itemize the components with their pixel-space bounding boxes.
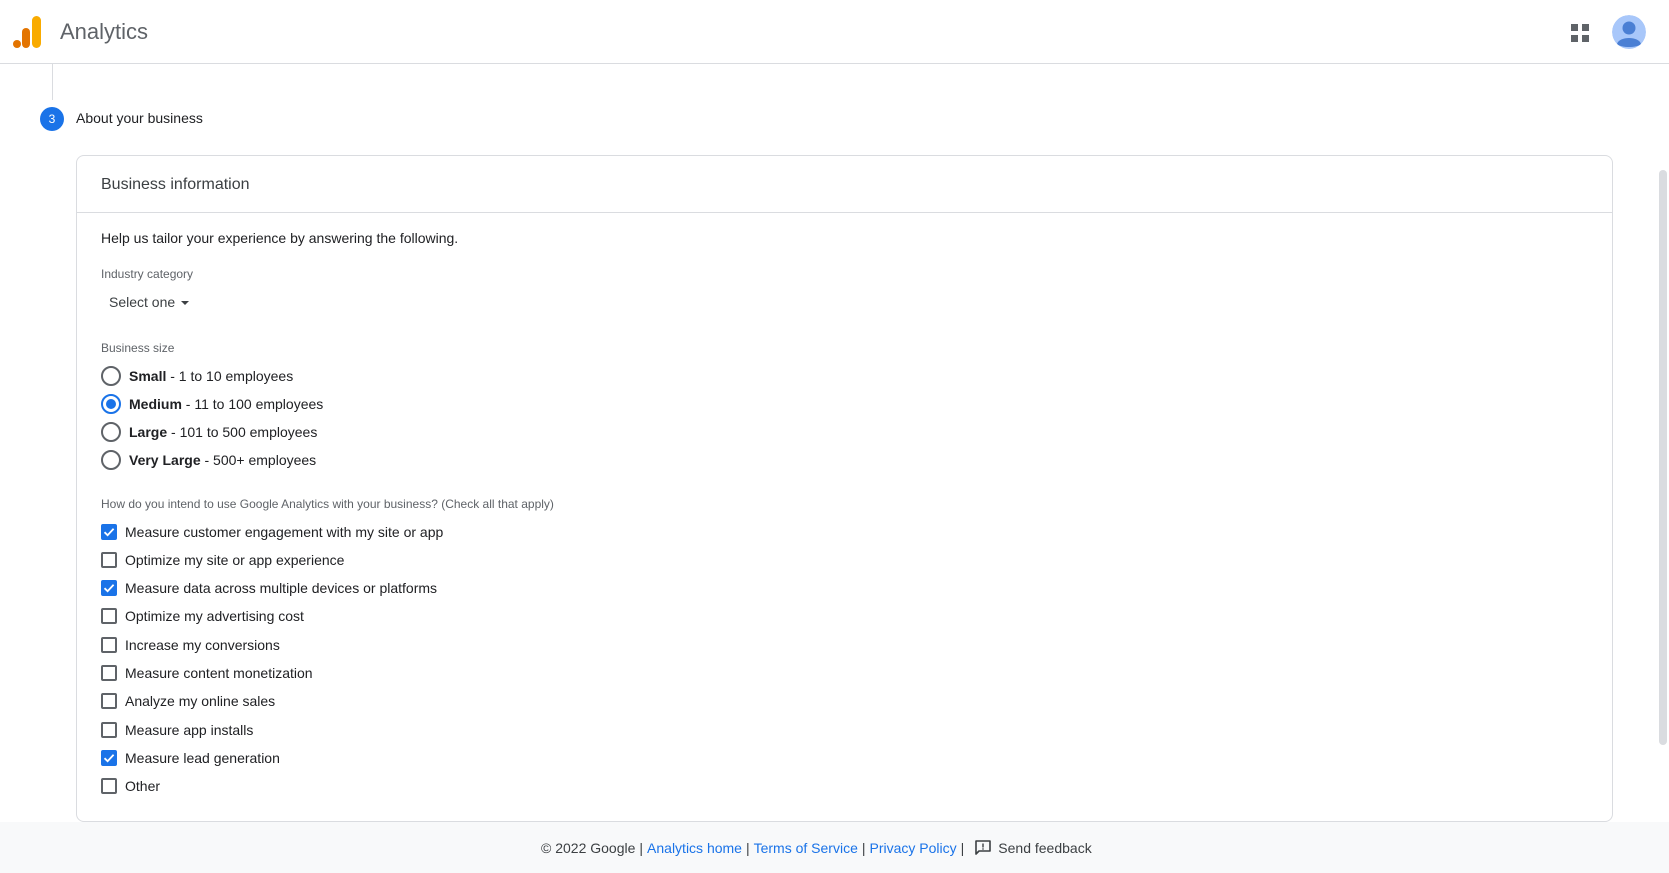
card-divider [77,212,1612,213]
checkbox-icon[interactable] [101,693,117,709]
checkbox-icon[interactable] [101,552,117,568]
checkbox-label: Optimize my site or app experience [125,552,345,568]
copyright-text: © 2022 Google [541,840,636,856]
industry-category-select[interactable]: Select one [109,294,190,310]
checkbox-icon[interactable] [101,665,117,681]
radio-label-bold: Very Large [129,452,201,468]
usage-checkbox-row[interactable]: Analyze my online sales [101,692,275,710]
stepper-connector [52,64,53,100]
business-size-medium-radio[interactable]: Medium - 11 to 100 employees [101,394,323,414]
business-size-large-radio[interactable]: Large - 101 to 500 employees [101,422,317,442]
checkbox-label: Measure content monetization [125,665,313,681]
checkbox-label: Analyze my online sales [125,693,276,709]
usage-checkbox-row[interactable]: Measure data across multiple devices or … [101,579,437,597]
card-title: Business information [101,176,250,193]
radio-label-rest: - 1 to 10 employees [166,368,294,384]
privacy-policy-link[interactable]: Privacy Policy [870,840,957,856]
checkbox-label: Measure lead generation [125,750,280,766]
radio-label-rest: - 101 to 500 employees [167,424,318,440]
checkbox-label: Optimize my advertising cost [125,608,304,624]
usage-checkbox-row[interactable]: Optimize my site or app experience [101,551,344,569]
send-feedback-label: Send feedback [998,840,1092,856]
radio-label-bold: Small [129,368,167,384]
usage-checkbox-row[interactable]: Other [101,777,160,795]
usage-checkbox-row[interactable]: Measure app installs [101,721,253,739]
radio-label-bold: Medium [129,396,182,412]
footer-separator: | [960,840,965,856]
apps-grid-icon[interactable] [1571,24,1589,42]
analytics-logo-icon[interactable] [13,16,43,48]
checkbox-label: Measure customer engagement with my site… [125,524,444,540]
step-number-badge: 3 [40,107,64,131]
page-footer: © 2022 Google | Analytics home | Terms o… [0,822,1669,873]
radio-button-icon[interactable] [101,366,121,386]
industry-category-label: Industry category [101,267,194,281]
radio-button-checked-icon[interactable] [101,394,121,414]
business-information-card: Business information Help us tailor your… [76,155,1613,822]
analytics-home-link[interactable]: Analytics home [647,840,742,856]
checkbox-icon[interactable] [101,608,117,624]
footer-separator: | [861,840,866,856]
checkbox-label: Measure app installs [125,722,254,738]
business-size-label: Business size [101,341,175,355]
usage-checkbox-row[interactable]: Optimize my advertising cost [101,607,304,625]
checkbox-icon[interactable] [101,722,117,738]
radio-label-bold: Large [129,424,168,440]
radio-label-rest: - 11 to 100 employees [181,396,324,412]
send-feedback-button[interactable]: Send feedback [974,839,1092,857]
footer-separator: | [745,840,750,856]
checkbox-icon[interactable] [101,778,117,794]
vertical-scrollbar[interactable] [1659,170,1667,745]
checkbox-checked-icon[interactable] [101,524,117,540]
business-size-small-radio[interactable]: Small - 1 to 10 employees [101,366,293,386]
account-avatar-icon[interactable] [1612,15,1646,49]
terms-of-service-link[interactable]: Terms of Service [754,840,858,856]
checkbox-checked-icon[interactable] [101,580,117,596]
checkbox-label: Other [125,778,161,794]
top-app-bar: Analytics [0,0,1669,64]
checkbox-checked-icon[interactable] [101,750,117,766]
caret-down-icon [181,301,190,305]
usage-checkbox-row[interactable]: Measure lead generation [101,749,280,767]
usage-checkbox-row[interactable]: Measure content monetization [101,664,313,682]
industry-category-value: Select one [109,294,176,310]
checkbox-label: Increase my conversions [125,637,280,653]
business-size-very-large-radio[interactable]: Very Large - 500+ employees [101,450,316,470]
app-title: Analytics [60,19,149,44]
radio-label-rest: - 500+ employees [200,452,317,468]
intro-text: Help us tailor your experience by answer… [101,230,459,246]
checkbox-label: Measure data across multiple devices or … [125,580,438,596]
usage-question-label: How do you intend to use Google Analytic… [101,497,554,511]
step-title: About your business [76,110,203,126]
footer-separator: | [639,840,644,856]
feedback-icon [975,840,992,855]
radio-button-icon[interactable] [101,450,121,470]
checkbox-icon[interactable] [101,637,117,653]
usage-checkbox-row[interactable]: Measure customer engagement with my site… [101,523,443,541]
footer-links: © 2022 Google | Analytics home | Terms o… [541,839,1092,857]
usage-checkbox-row[interactable]: Increase my conversions [101,636,280,654]
radio-button-icon[interactable] [101,422,121,442]
